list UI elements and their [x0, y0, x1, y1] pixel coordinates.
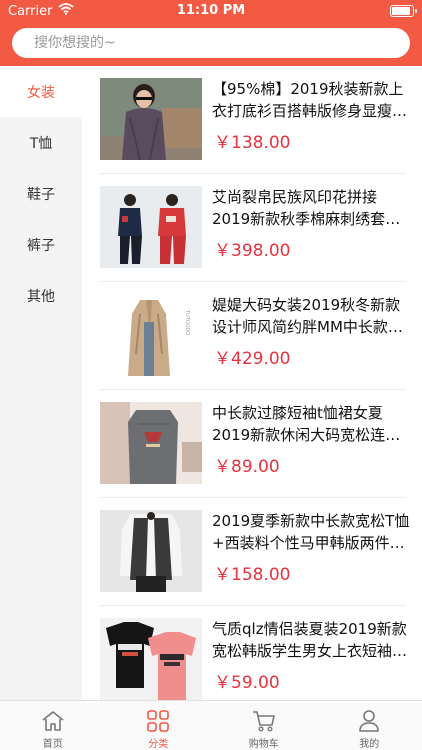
battery-icon — [390, 5, 417, 17]
sidebar-item-label: T恤 — [29, 135, 53, 152]
top-header: Carrier 11:10 PM — [0, 0, 422, 66]
product-list[interactable]: 【95%棉】2019秋装新款上衣打底衫百搭韩版修身显瘦长袖T恤女 ￥138.00… — [82, 66, 422, 700]
tab-category[interactable]: 分类 — [106, 701, 212, 750]
list-item[interactable]: 2019夏季新款中长款宽松T恤+西装料个性马甲韩版两件套女 ￥158.00 — [100, 498, 409, 606]
sidebar-item-label: 其他 — [27, 288, 55, 305]
product-title: 气质qlz情侣装夏装2019新款宽松韩版学生男女上衣短袖T恤 — [212, 620, 407, 660]
product-price: ￥89.00 — [214, 457, 280, 477]
list-item[interactable]: 中长款过膝短袖t恤裙女夏2019新款休闲大码宽松连衣裙 ￥89.00 — [100, 390, 406, 498]
home-icon — [42, 711, 64, 731]
sidebar-item-pants[interactable]: 裤子 — [0, 219, 82, 270]
product-image — [100, 510, 202, 592]
sidebar-item-label: 鞋子 — [27, 186, 55, 203]
product-title: 艾尚裂帛民族风印花拼接2019新款秋季棉麻刺绣套装女 — [212, 188, 401, 228]
tab-label: 分类 — [148, 739, 169, 750]
product-image — [100, 78, 202, 160]
product-title: 中长款过膝短袖t恤裙女夏2019新款休闲大码宽松连衣裙 — [212, 404, 401, 444]
product-price: ￥59.00 — [214, 673, 280, 693]
sidebar-item-shoes[interactable]: 鞋子 — [0, 168, 82, 219]
status-bar: Carrier 11:10 PM — [0, 0, 422, 22]
sidebar-item-label: 裤子 — [27, 237, 55, 254]
product-image — [100, 186, 202, 268]
search-bar[interactable] — [12, 28, 410, 58]
sidebar-item-label: 女装 — [27, 84, 55, 101]
status-time: 11:10 PM — [176, 3, 246, 18]
product-price: ￥138.00 — [214, 133, 291, 153]
tab-label: 我的 — [359, 739, 380, 750]
user-icon — [359, 710, 380, 732]
tab-label: 首页 — [42, 739, 63, 750]
list-item[interactable]: 气质qlz情侣装夏装2019新款宽松韩版学生男女上衣短袖T恤 ￥59.00 — [100, 606, 407, 700]
list-item[interactable]: 【95%棉】2019秋装新款上衣打底衫百搭韩版修身显瘦长袖T恤女 ￥138.00 — [100, 66, 407, 174]
category-sidebar: 女装 T恤 鞋子 裤子 其他 — [0, 66, 82, 700]
tab-label: 购物车 — [248, 739, 279, 750]
sidebar-item-other[interactable]: 其他 — [0, 270, 82, 321]
product-image — [100, 402, 202, 484]
shopping-cart-icon — [252, 711, 275, 732]
product-price: ￥158.00 — [214, 565, 291, 585]
category-grid-icon — [147, 710, 170, 732]
svg-text:TUTOUDO: TUTOUDO — [184, 309, 190, 335]
tab-home[interactable]: 首页 — [0, 701, 106, 750]
product-price: ￥429.00 — [214, 349, 291, 369]
product-image — [100, 618, 202, 700]
bottom-tab-bar: 首页 分类 购物车 我的 — [0, 700, 422, 750]
product-title: 【95%棉】2019秋装新款上衣打底衫百搭韩版修身显瘦长袖T恤女 — [212, 80, 408, 120]
search-input[interactable] — [12, 28, 410, 58]
product-image: TUTOUDO — [100, 294, 202, 376]
product-title: 媞媞大码女装2019秋冬新款设计师风简约胖MM中长款风衣外套 — [212, 296, 403, 336]
product-price: ￥398.00 — [214, 241, 291, 261]
tab-profile[interactable]: 我的 — [317, 701, 422, 750]
sidebar-item-tshirt[interactable]: T恤 — [0, 117, 82, 168]
tab-cart[interactable]: 购物车 — [211, 701, 317, 750]
list-item[interactable]: TUTOUDO 媞媞大码女装2019秋冬新款设计师风简约胖MM中长款风衣外套 ￥… — [100, 282, 406, 390]
product-title: 2019夏季新款中长款宽松T恤+西装料个性马甲韩版两件套女 — [212, 512, 410, 552]
sidebar-item-womens-wear[interactable]: 女装 — [0, 66, 82, 117]
list-item[interactable]: 艾尚裂帛民族风印花拼接2019新款秋季棉麻刺绣套装女 ￥398.00 — [100, 174, 406, 282]
